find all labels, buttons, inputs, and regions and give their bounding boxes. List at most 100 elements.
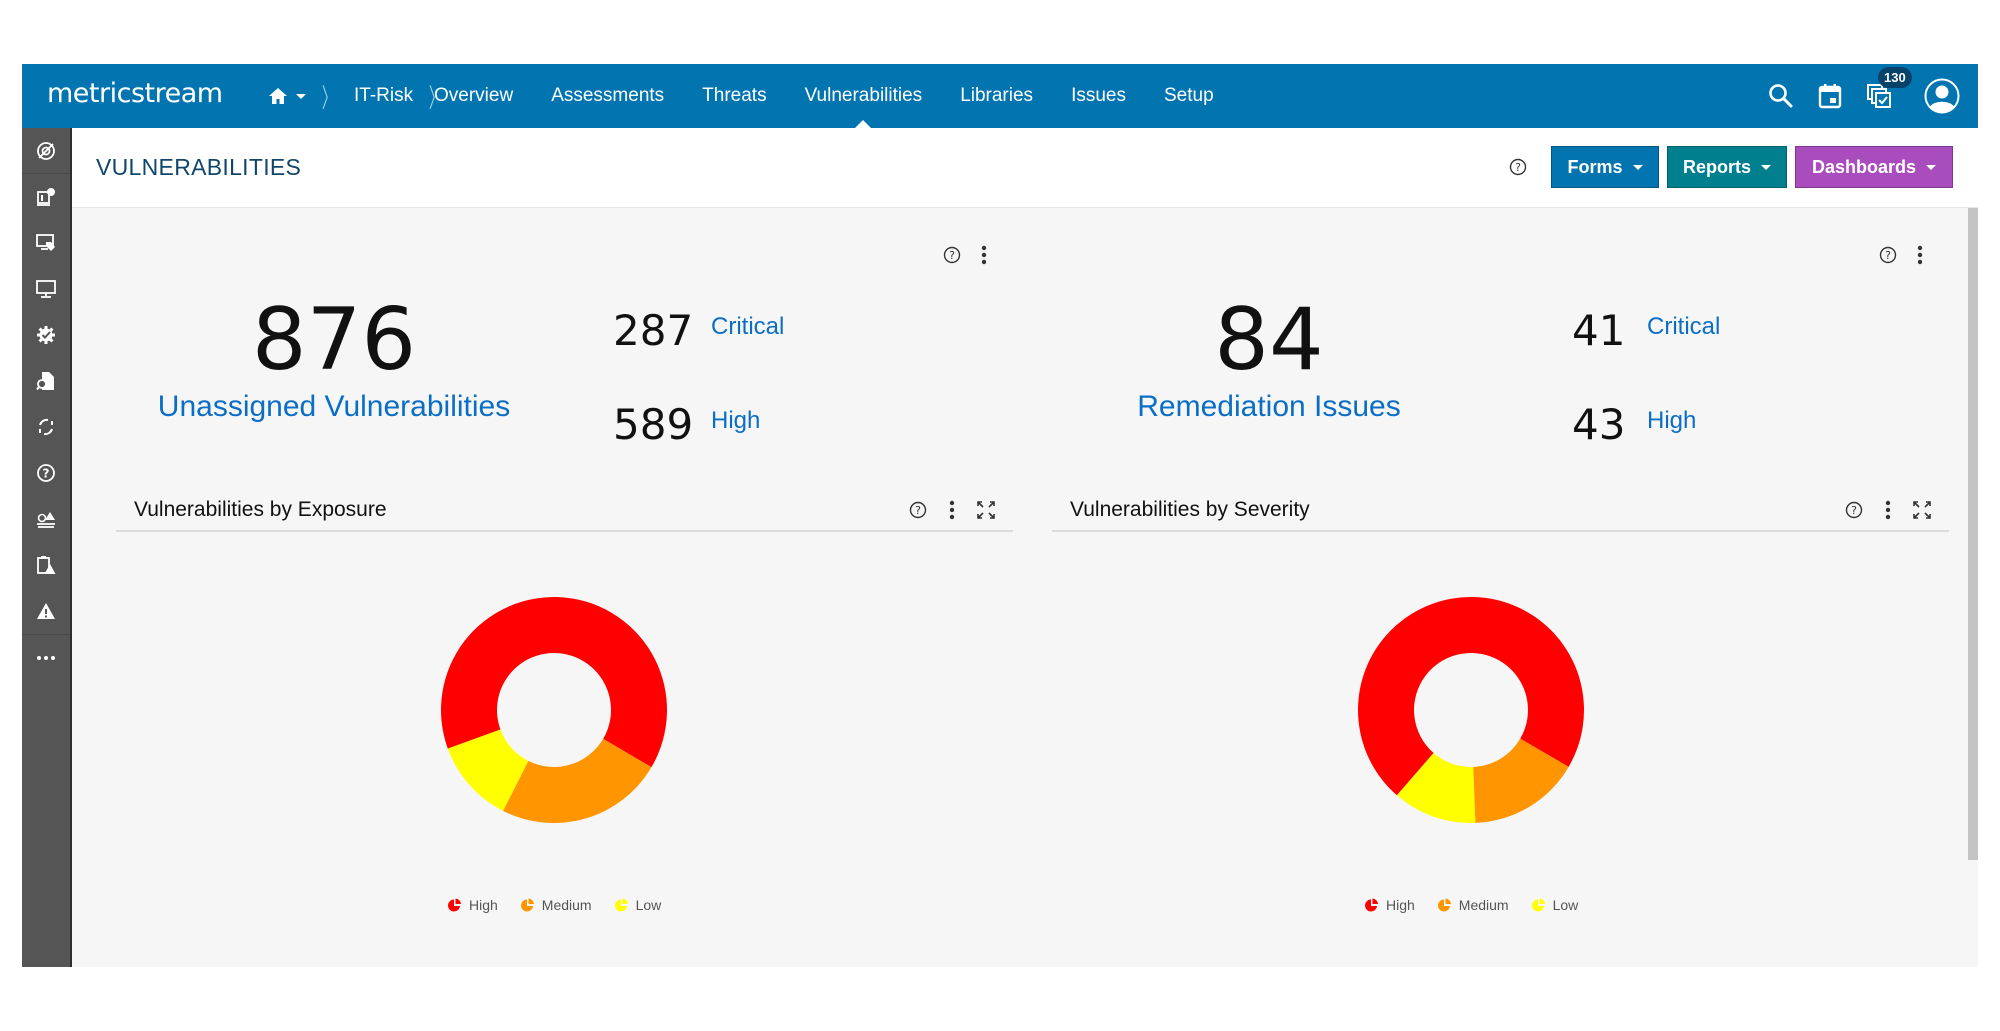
chevron-down-icon bbox=[1926, 164, 1937, 170]
risk-target-icon bbox=[37, 141, 55, 160]
critical-label[interactable]: Critical bbox=[711, 313, 784, 341]
sidebar-item-compliance[interactable] bbox=[22, 174, 70, 220]
reports-dropdown-button[interactable]: Reports bbox=[1667, 146, 1787, 188]
svg-text:?: ? bbox=[1885, 249, 1891, 262]
svg-text:?: ? bbox=[949, 249, 955, 262]
critical-label[interactable]: Critical bbox=[1647, 313, 1720, 341]
more-icon bbox=[37, 655, 55, 660]
nav-libraries[interactable]: Libraries bbox=[960, 64, 1033, 128]
sidebar-item-cycle[interactable] bbox=[22, 404, 70, 450]
donut-chart-severity bbox=[1358, 597, 1584, 823]
expand-icon[interactable] bbox=[977, 501, 995, 519]
left-sidebar: ? bbox=[22, 128, 72, 967]
sidebar-item-help[interactable]: ? bbox=[22, 450, 70, 496]
page-help-icon[interactable]: ? bbox=[1509, 158, 1527, 181]
sidebar-item-clipboard[interactable] bbox=[22, 542, 70, 588]
sidebar-item-risk-alert[interactable] bbox=[22, 496, 70, 542]
chevron-down-icon bbox=[1632, 164, 1643, 170]
high-label[interactable]: High bbox=[711, 407, 760, 435]
help-icon[interactable]: ? bbox=[1845, 501, 1863, 519]
help-icon[interactable]: ? bbox=[909, 501, 927, 519]
legend-item-medium[interactable]: Medium bbox=[1437, 897, 1509, 913]
legend-item-high[interactable]: High bbox=[1364, 897, 1415, 913]
kebab-menu-icon[interactable] bbox=[949, 500, 955, 520]
legend-label: High bbox=[1386, 897, 1415, 913]
sidebar-item-controls[interactable] bbox=[22, 312, 70, 358]
home-dropdown-icon[interactable] bbox=[296, 93, 306, 99]
chart-toolbar: ? bbox=[893, 500, 995, 520]
donut-chart-exposure bbox=[441, 597, 667, 823]
refresh-cycle-icon bbox=[39, 418, 53, 436]
home-icon[interactable] bbox=[268, 85, 290, 107]
high-label[interactable]: High bbox=[1647, 407, 1696, 435]
sidebar-item-monitor[interactable] bbox=[22, 266, 70, 312]
chart-title: Vulnerabilities by Exposure bbox=[134, 498, 387, 521]
legend-item-low[interactable]: Low bbox=[614, 897, 661, 913]
forms-label: Forms bbox=[1567, 156, 1623, 177]
nav-overview[interactable]: Overview bbox=[434, 64, 513, 128]
dashboards-dropdown-button[interactable]: Dashboards bbox=[1795, 146, 1953, 188]
high-count[interactable]: 43 bbox=[1572, 400, 1625, 449]
unassigned-vulnerabilities-count[interactable]: 876 bbox=[134, 290, 534, 390]
nav-vulnerabilities[interactable]: Vulnerabilities bbox=[805, 64, 923, 128]
chart-header-severity: Vulnerabilities by Severity ? bbox=[1052, 490, 1949, 532]
nav-assessments[interactable]: Assessments bbox=[551, 64, 664, 128]
breadcrumb: 〉 IT-Risk 〉 bbox=[268, 64, 461, 128]
chart-legend: High Medium Low bbox=[447, 897, 683, 913]
risk-alert-icon bbox=[37, 512, 55, 528]
kebab-menu-icon[interactable] bbox=[981, 245, 987, 265]
app-logo[interactable]: metricstream bbox=[47, 78, 223, 109]
sidebar-item-more[interactable] bbox=[22, 634, 70, 680]
remediation-issues-label[interactable]: Remediation Issues bbox=[1019, 390, 1519, 424]
pie-legend-icon bbox=[448, 898, 461, 911]
user-avatar-icon[interactable] bbox=[1924, 78, 1960, 114]
nav-setup[interactable]: Setup bbox=[1164, 64, 1214, 128]
pie-legend-icon bbox=[1531, 898, 1545, 911]
reports-label: Reports bbox=[1682, 156, 1751, 177]
clipboard-warning-icon bbox=[37, 556, 56, 574]
help-icon[interactable]: ? bbox=[1879, 246, 1897, 264]
nav-issues[interactable]: Issues bbox=[1071, 64, 1126, 128]
sidebar-item-warning[interactable] bbox=[22, 588, 70, 634]
kpi-toolbar: ? bbox=[943, 245, 1007, 265]
search-icon[interactable] bbox=[1768, 83, 1794, 109]
page-header: VULNERABILITIES ? Forms Reports Dashboar… bbox=[72, 128, 1978, 208]
gear-check-icon bbox=[37, 326, 55, 344]
kebab-menu-icon[interactable] bbox=[1917, 245, 1923, 265]
vertical-scrollbar[interactable] bbox=[1968, 208, 1978, 860]
critical-count[interactable]: 41 bbox=[1572, 306, 1625, 355]
pie-legend-icon bbox=[614, 898, 628, 911]
breadcrumb-separator: 〉 bbox=[321, 82, 337, 113]
pie-legend-icon bbox=[1365, 898, 1378, 911]
warning-icon bbox=[37, 603, 55, 619]
legend-item-high[interactable]: High bbox=[447, 897, 498, 913]
chart-header-exposure: Vulnerabilities by Exposure ? bbox=[116, 490, 1013, 532]
svg-text:?: ? bbox=[43, 467, 50, 481]
nav-threats[interactable]: Threats bbox=[702, 64, 766, 128]
legend-label: High bbox=[469, 897, 498, 913]
help-circle-icon: ? bbox=[37, 464, 55, 482]
unassigned-vulnerabilities-label[interactable]: Unassigned Vulnerabilities bbox=[84, 390, 584, 424]
high-count[interactable]: 589 bbox=[613, 400, 693, 449]
legend-item-medium[interactable]: Medium bbox=[520, 897, 592, 913]
legend-label: Medium bbox=[541, 897, 592, 913]
forms-dropdown-button[interactable]: Forms bbox=[1551, 146, 1659, 188]
sidebar-item-risk[interactable] bbox=[22, 128, 70, 174]
help-icon[interactable]: ? bbox=[943, 246, 961, 264]
top-navbar: metricstream 〉 IT-Risk 〉 Overview Assess… bbox=[22, 64, 1978, 128]
chart-toolbar: ? bbox=[1829, 500, 1931, 520]
sidebar-item-assets[interactable] bbox=[22, 220, 70, 266]
breadcrumb-it-risk[interactable]: IT-Risk bbox=[354, 85, 413, 107]
calendar-icon[interactable] bbox=[1818, 83, 1842, 109]
tasks-icon[interactable]: 130 bbox=[1866, 67, 1912, 109]
legend-item-low[interactable]: Low bbox=[1531, 897, 1578, 913]
remediation-issues-count[interactable]: 84 bbox=[1069, 290, 1469, 390]
pie-legend-icon bbox=[520, 898, 534, 911]
kebab-menu-icon[interactable] bbox=[1885, 500, 1891, 520]
critical-count[interactable]: 287 bbox=[613, 306, 693, 355]
sidebar-item-doc-search[interactable] bbox=[22, 358, 70, 404]
tasks-count-badge: 130 bbox=[1878, 67, 1912, 88]
svg-text:?: ? bbox=[1851, 504, 1857, 517]
expand-icon[interactable] bbox=[1913, 501, 1931, 519]
dashboards-label: Dashboards bbox=[1811, 156, 1917, 177]
